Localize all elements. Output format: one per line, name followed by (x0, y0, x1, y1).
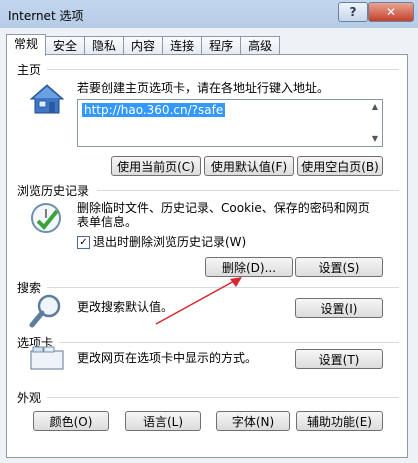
tab-privacy[interactable]: 隐私 (84, 36, 125, 55)
close-button[interactable]: ✕ (368, 2, 414, 22)
tab-general[interactable]: 常规 (6, 34, 47, 56)
delete-on-exit-label[interactable]: 退出时删除浏览历史记录(W) (93, 235, 246, 249)
tab-connections[interactable]: 连接 (162, 36, 203, 55)
appearance-divider (47, 397, 399, 398)
tab-advanced[interactable]: 高级 (240, 36, 281, 55)
help-icon: ? (349, 5, 357, 19)
languages-button[interactable]: 语言(L) (125, 411, 201, 431)
use-current-button[interactable]: 使用当前页(C) (111, 156, 201, 176)
homepage-url-input[interactable]: http://hao.360.cn/?safe ▲ ▼ (77, 99, 383, 147)
search-settings-button[interactable]: 设置(I) (295, 298, 383, 318)
history-settings-button[interactable]: 设置(S) (295, 257, 383, 277)
appearance-section-label: 外观 (17, 391, 42, 405)
homepage-description-suffix: 。 (317, 81, 330, 95)
history-description-line1: 删除临时文件、历史记录、Cookie、保存的密码和网页 (77, 201, 370, 215)
delete-on-exit-checkbox[interactable]: ✓ (77, 236, 90, 249)
tabs-description: 更改网页在选项卡中显示的方式。 (77, 351, 258, 365)
history-divider (97, 190, 399, 191)
tab-security[interactable]: 安全 (45, 36, 86, 55)
tab-content[interactable]: 内容 (123, 36, 164, 55)
colors-button[interactable]: 颜色(O) (33, 411, 109, 431)
fonts-button[interactable]: 字体(N) (216, 411, 290, 431)
tab-strip: 常规 安全 隐私 内容 连接 程序 高级 (6, 34, 281, 56)
window-title: Internet 选项 (8, 9, 84, 23)
help-button[interactable]: ? (338, 2, 368, 22)
use-default-button[interactable]: 使用默认值(F) (204, 156, 294, 176)
tab-programs[interactable]: 程序 (201, 36, 242, 55)
title-bar[interactable]: Internet 选项 ? ✕ (0, 0, 418, 28)
accessibility-button[interactable]: 辅助功能(E) (296, 411, 383, 431)
homepage-description: 若要创建主页选项卡，请在各地址行键入地址 (77, 81, 318, 95)
close-icon: ✕ (385, 5, 397, 19)
tabs-settings-button[interactable]: 设置(T) (295, 349, 383, 369)
use-blank-button[interactable]: 使用空白页(B) (297, 156, 383, 176)
internet-options-window: Internet 选项 ? ✕ 常规 安全 隐私 内容 连接 程序 高级 主页 … (0, 0, 418, 463)
history-section-label: 浏览历史记录 (17, 184, 90, 198)
magnifier-icon (29, 294, 61, 328)
history-clock-icon (31, 203, 61, 233)
history-description-line2: 表单信息。 (77, 215, 138, 229)
homepage-section-label: 主页 (17, 63, 42, 77)
tabbed-window-icon (30, 346, 64, 370)
homepage-url-text: http://hao.360.cn/?safe (82, 103, 226, 117)
annotation-arrow (155, 277, 242, 325)
tabs-divider (59, 342, 399, 343)
scroll-down-icon[interactable]: ▼ (370, 134, 380, 144)
scroll-up-icon[interactable]: ▲ (370, 102, 380, 112)
homepage-divider (47, 69, 399, 70)
house-icon (29, 84, 65, 114)
